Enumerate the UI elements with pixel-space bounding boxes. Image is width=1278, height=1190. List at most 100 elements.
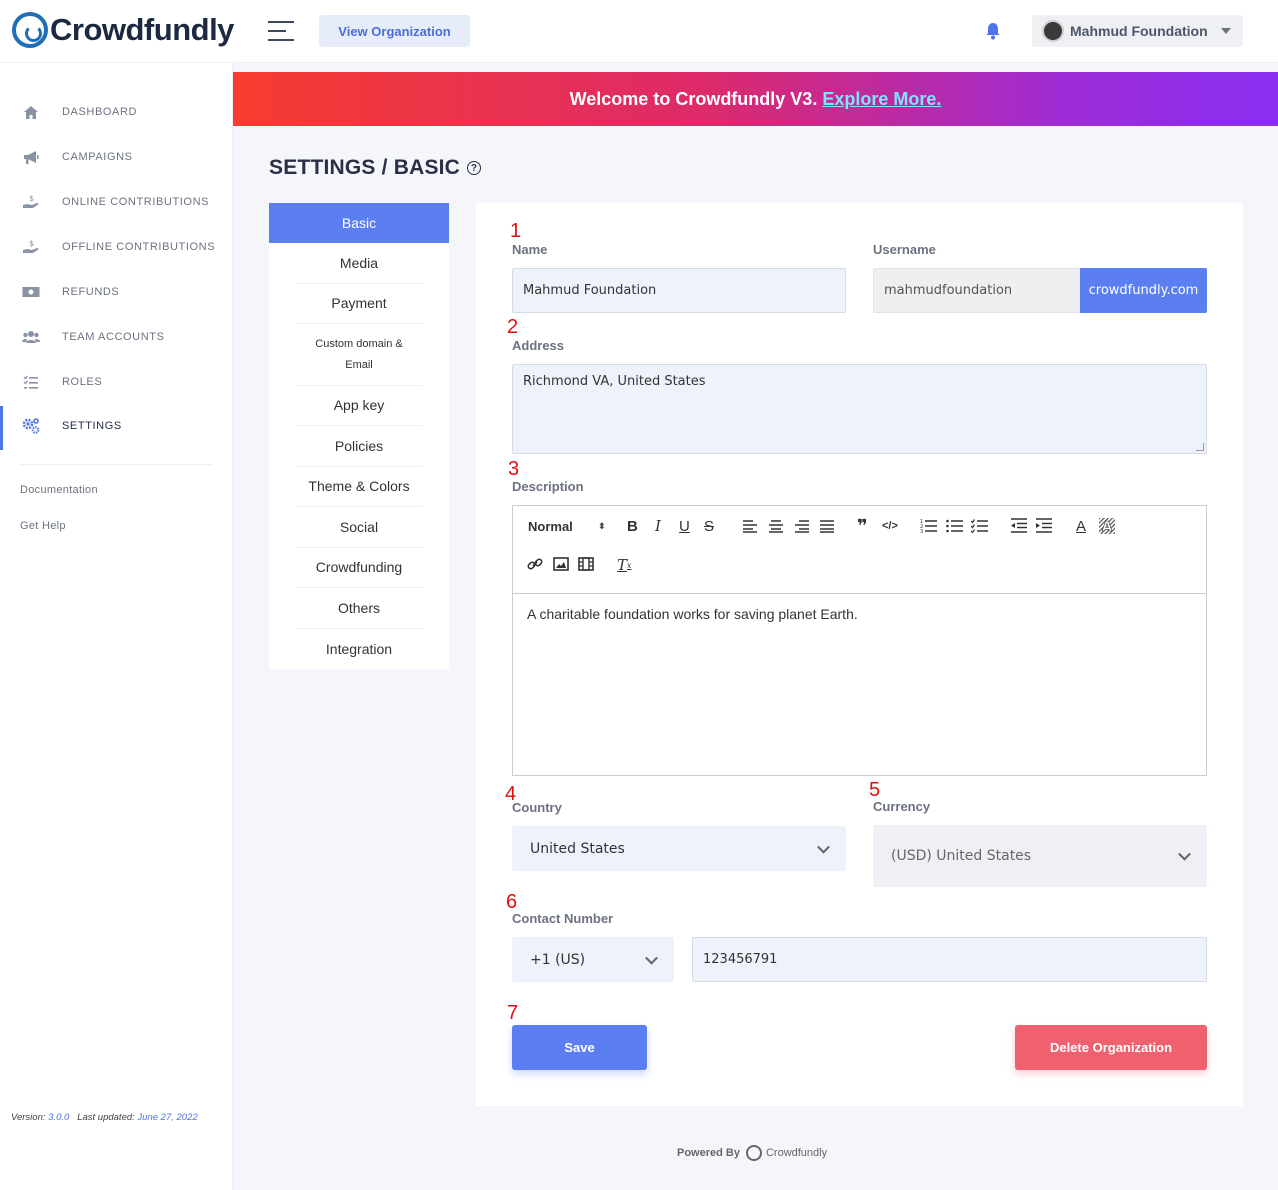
get-help-link[interactable]: Get Help [20, 520, 66, 532]
top-header: Crowdfundly View Organization Mahmud Fou… [0, 0, 1278, 63]
description-label: Description [512, 479, 584, 494]
marker-2: 2 [507, 316, 519, 338]
sidebar-item-label: OFFLINE CONTRIBUTIONS [62, 241, 216, 253]
address-field[interactable]: Richmond VA, United States [512, 364, 1207, 454]
bold-icon[interactable]: B [627, 516, 638, 536]
org-name: Mahmud Foundation [1070, 23, 1208, 39]
italic-icon[interactable]: I [655, 516, 661, 536]
updown-arrow-icon: ⬍ [598, 520, 606, 531]
format-value: Normal [528, 518, 573, 534]
dial-code-value: +1 (US) [530, 951, 586, 968]
strikethrough-icon[interactable]: S [704, 516, 714, 536]
name-field[interactable]: Mahmud Foundation [512, 268, 846, 313]
align-justify-icon[interactable] [819, 519, 835, 533]
resize-handle-icon[interactable] [1196, 443, 1204, 451]
bullet-list-icon[interactable] [946, 518, 963, 533]
sidebar-item-label: ROLES [62, 376, 103, 388]
format-select[interactable]: Normal ⬍ [528, 516, 608, 536]
donation-hand-icon: $ [22, 238, 40, 256]
phone-field[interactable]: 123456791 [692, 937, 1207, 982]
organization-switcher[interactable]: Mahmud Foundation [1032, 15, 1243, 47]
sidebar-item-online-contributions[interactable]: $ ONLINE CONTRIBUTIONS [0, 182, 233, 222]
page-title-text: SETTINGS / BASIC [269, 156, 461, 179]
logo-mark-icon [12, 12, 48, 48]
country-label: Country [512, 800, 562, 815]
powered-by-footer: Powered By Crowdfundly [677, 1145, 827, 1161]
help-icon[interactable]: ? [467, 161, 482, 175]
clear-format-icon[interactable]: Tx [617, 555, 632, 575]
contact-number-label: Contact Number [512, 911, 614, 926]
settings-tab-basic[interactable]: Basic [269, 203, 449, 243]
country-select[interactable]: United States [512, 826, 846, 871]
username-label: Username [873, 242, 936, 257]
sidebar-item-label: TEAM ACCOUNTS [62, 331, 165, 343]
outdent-icon[interactable] [1010, 518, 1027, 533]
editor-content[interactable]: A charitable foundation works for saving… [527, 606, 858, 622]
view-organization-button[interactable]: View Organization [319, 15, 470, 47]
marker-7: 7 [507, 1002, 519, 1024]
custom-domain-line-2: Email [345, 358, 373, 371]
settings-tab-custom-domain[interactable]: Custom domain & Email [296, 324, 422, 386]
svg-text:$: $ [29, 239, 34, 248]
blockquote-icon[interactable]: ❞ [857, 516, 868, 536]
text-color-icon[interactable]: A [1076, 516, 1086, 536]
description-text: A charitable foundation works for saving… [527, 606, 858, 622]
sidebar-item-team-accounts[interactable]: TEAM ACCOUNTS [0, 317, 233, 357]
image-icon[interactable] [553, 557, 569, 571]
align-center-icon[interactable] [768, 519, 784, 533]
documentation-link[interactable]: Documentation [20, 484, 98, 496]
updated-date: June 27, 2022 [137, 1112, 198, 1123]
settings-tab-crowdfunding[interactable]: Crowdfunding [296, 548, 422, 588]
sidebar-item-label: CAMPAIGNS [62, 151, 133, 163]
explore-more-link[interactable]: Explore More. [822, 89, 941, 110]
sidebar-item-settings[interactable]: SETTINGS [0, 406, 233, 450]
notification-bell-icon[interactable] [985, 22, 1001, 40]
gears-icon [22, 417, 40, 435]
username-domain-suffix: crowdfundly.com [1080, 268, 1207, 313]
video-icon[interactable] [578, 557, 594, 571]
sidebar-item-roles[interactable]: ROLES [0, 362, 233, 402]
page-title: SETTINGS / BASIC ? [269, 156, 482, 180]
settings-tab-media[interactable]: Media [296, 243, 422, 284]
org-avatar [1042, 20, 1064, 42]
settings-tab-others[interactable]: Others [296, 588, 422, 629]
welcome-banner: Welcome to Crowdfundly V3. Explore More. [233, 72, 1278, 126]
ordered-list-icon[interactable]: 123 [920, 518, 937, 533]
name-label: Name [512, 242, 548, 257]
home-icon [22, 103, 40, 121]
sidebar-item-dashboard[interactable]: DASHBOARD [0, 92, 233, 132]
currency-select[interactable]: (USD) United States [873, 825, 1207, 887]
settings-tab-policies[interactable]: Policies [296, 426, 422, 467]
align-left-icon[interactable] [742, 519, 758, 533]
custom-domain-line-1: Custom domain & [315, 337, 403, 350]
background-color-icon[interactable]: A [1099, 518, 1115, 534]
menu-toggle-icon[interactable] [268, 21, 294, 41]
delete-organization-button[interactable]: Delete Organization [1015, 1025, 1207, 1070]
settings-tab-payment[interactable]: Payment [296, 284, 422, 324]
dial-code-select[interactable]: +1 (US) [512, 937, 674, 982]
sidebar-item-offline-contributions[interactable]: $ OFFLINE CONTRIBUTIONS [0, 227, 233, 267]
settings-tab-social[interactable]: Social [296, 507, 422, 548]
megaphone-icon [22, 148, 40, 166]
banner-text: Welcome to Crowdfundly V3. [569, 88, 818, 109]
code-block-icon[interactable]: </> [882, 516, 898, 536]
crowdfundly-logo[interactable]: Crowdfundly [12, 12, 234, 48]
link-icon[interactable] [527, 556, 543, 572]
settings-tab-integration[interactable]: Integration [296, 629, 422, 669]
currency-value: (USD) United States [891, 848, 1032, 864]
chevron-down-icon [645, 951, 658, 965]
marker-3: 3 [508, 458, 520, 480]
donation-hand-icon: $ [22, 193, 40, 211]
username-field[interactable]: mahmudfoundation [873, 268, 1081, 313]
sidebar: DASHBOARD CAMPAIGNS $ ONLINE CONTRIBUTIO… [0, 63, 233, 1190]
settings-tab-app-key[interactable]: App key [296, 386, 422, 426]
save-button[interactable]: Save [512, 1025, 647, 1070]
underline-icon[interactable]: U [679, 516, 690, 536]
sidebar-item-refunds[interactable]: REFUNDS [0, 272, 233, 312]
checklist-icon[interactable] [971, 518, 988, 533]
align-right-icon[interactable] [794, 519, 810, 533]
settings-tab-theme-colors[interactable]: Theme & Colors [296, 467, 422, 507]
indent-icon[interactable] [1035, 518, 1052, 533]
footer-brand[interactable]: Crowdfundly [766, 1147, 827, 1159]
sidebar-item-campaigns[interactable]: CAMPAIGNS [0, 137, 233, 177]
